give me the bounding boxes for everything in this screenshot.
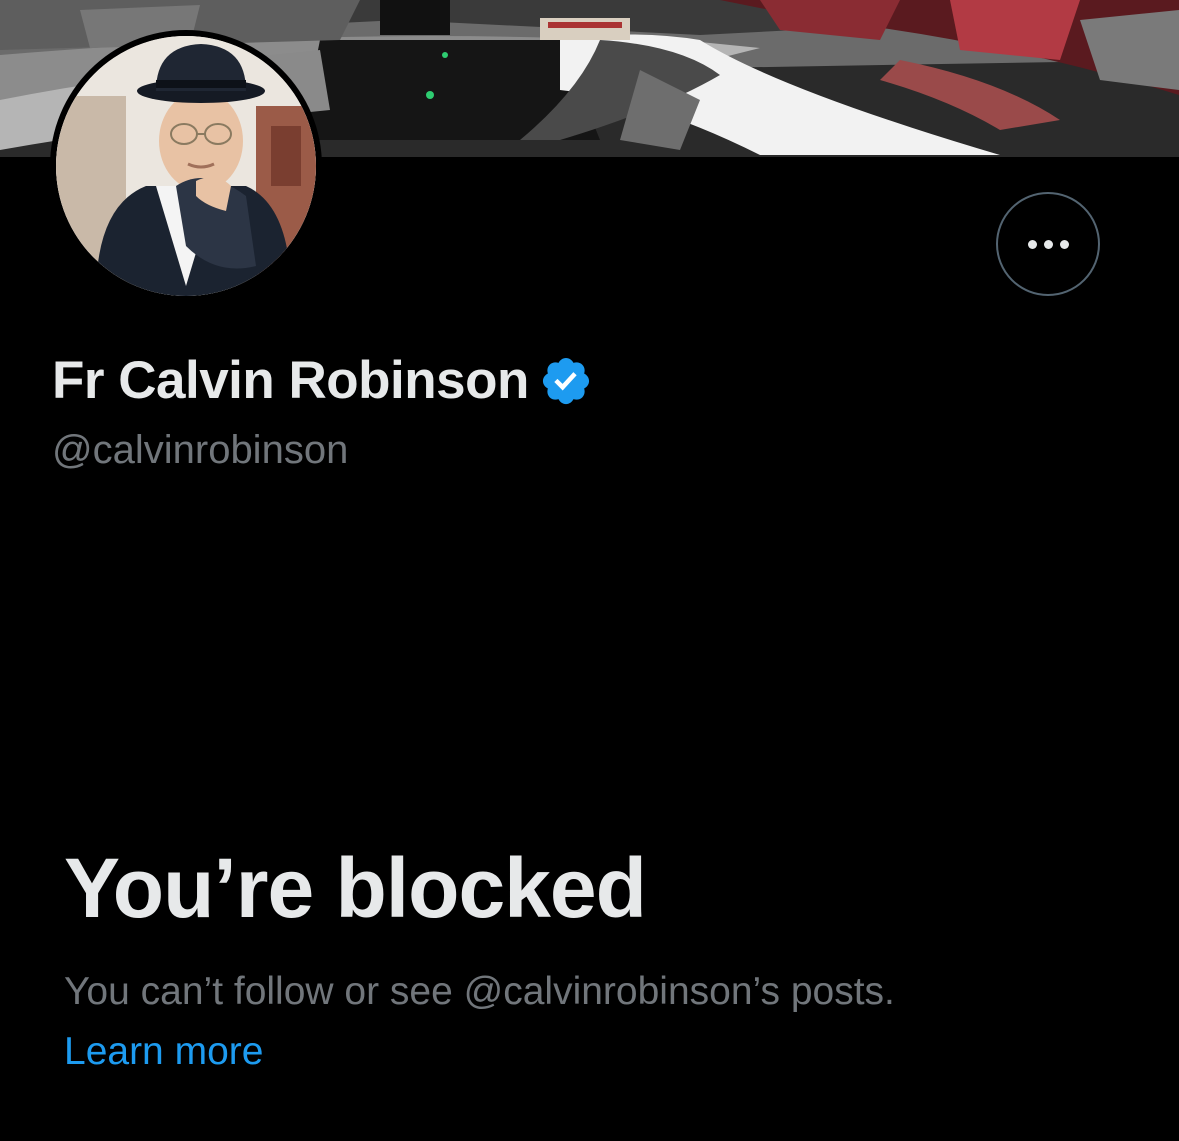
profile-name-row: Fr Calvin Robinson — [52, 350, 593, 411]
blocked-description: You can’t follow or see @calvinrobinson’… — [64, 970, 895, 1013]
display-name: Fr Calvin Robinson — [52, 351, 529, 410]
verified-badge-icon[interactable] — [539, 354, 593, 408]
profile-handle: @calvinrobinson — [52, 428, 349, 472]
avatar-image — [56, 36, 316, 296]
blocked-title: You’re blocked — [64, 841, 647, 935]
more-options-button[interactable] — [996, 192, 1100, 296]
profile-page: Fr Calvin Robinson @calvinrobinson You’r… — [0, 0, 1179, 1141]
learn-more-link[interactable]: Learn more — [64, 1030, 263, 1074]
avatar[interactable] — [50, 30, 322, 302]
ellipsis-icon — [1027, 239, 1069, 249]
